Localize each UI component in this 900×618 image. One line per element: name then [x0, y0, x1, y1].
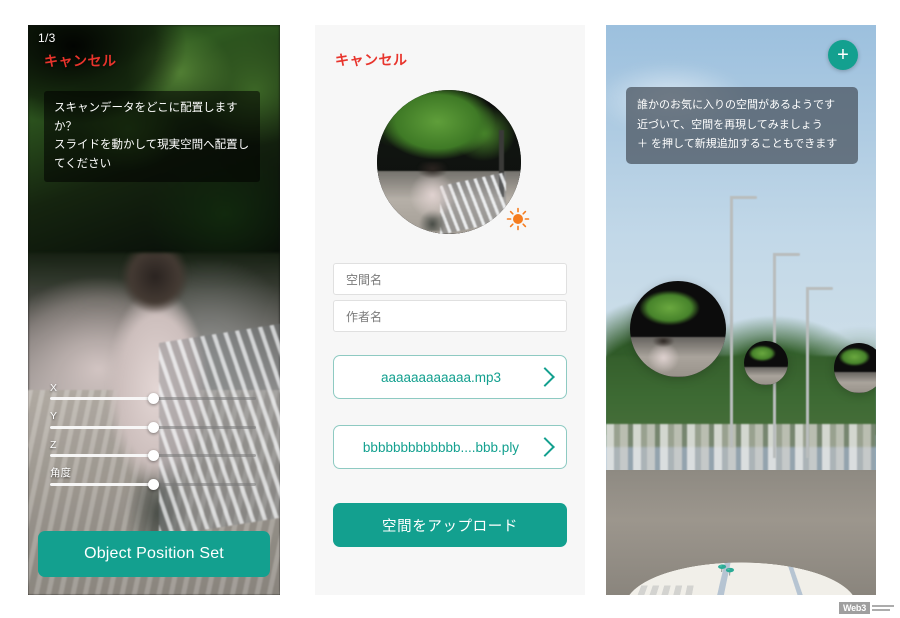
explore-banner-text: 誰かのお気に入りの空間があるようです 近づいて、空間を再現してみましょう ＋ を…	[626, 87, 858, 164]
placement-hint-text: スキャンデータをどこに配置しますか？ スライドを動かして現実空間へ配置してくださ…	[44, 91, 260, 182]
watermark-lines	[872, 605, 894, 611]
slider-z[interactable]	[50, 450, 256, 462]
map-pin-teal-2[interactable]	[724, 568, 735, 576]
slider-angle-thumb[interactable]	[147, 479, 159, 490]
panel-upload-form: キャンセル 空間名 作者名 aaaaaaaaaaaa.mp3 bbbbbbbbb…	[315, 25, 585, 595]
model-file-row[interactable]: bbbbbbbbbbbbb....bbb.ply	[333, 425, 567, 469]
web3-watermark: Web3	[838, 602, 894, 614]
chevron-right-icon	[535, 367, 555, 387]
scan-bubble[interactable]	[744, 341, 788, 385]
bubble-ground	[834, 372, 876, 393]
map-building-blocks	[632, 585, 698, 595]
slider-y-thumb[interactable]	[147, 421, 159, 433]
author-name-input[interactable]: 作者名	[333, 300, 567, 332]
slider-x-thumb[interactable]	[147, 393, 159, 405]
bubble-tree	[746, 342, 781, 363]
slider-x[interactable]	[50, 393, 256, 405]
screenshot-stage: 1/3 キャンセル スキャンデータをどこに配置しますか？ スライドを動かして現実…	[0, 0, 900, 618]
bubble-tree	[635, 284, 709, 329]
scan-bubble[interactable]	[834, 343, 876, 393]
bubble-tree	[837, 345, 875, 368]
sun-icon	[505, 206, 531, 232]
slider-row-z: Z	[50, 439, 256, 462]
transform-slider-group: X Y Z 角度	[50, 382, 256, 497]
audio-file-name: aaaaaaaaaaaa.mp3	[380, 369, 502, 385]
slider-z-fill	[50, 454, 153, 458]
street-lamp	[805, 287, 833, 459]
chevron-right-icon	[535, 437, 555, 457]
thumb-person	[408, 162, 458, 232]
step-indicator: 1/3	[38, 31, 56, 45]
model-file-name: bbbbbbbbbbbbb....bbb.ply	[362, 439, 520, 455]
slider-angle-fill	[50, 483, 153, 486]
scan-preview-thumbnail[interactable]	[377, 90, 521, 234]
slider-row-x: X	[50, 382, 256, 405]
panel-ar-explore: + 誰かのお気に入りの空間があるようです 近づいて、空間を再現してみましょう ＋…	[606, 25, 876, 595]
watermark-badge: Web3	[838, 602, 870, 614]
slider-row-angle: 角度	[50, 468, 256, 490]
slider-y[interactable]	[50, 421, 256, 433]
cancel-button-panel2[interactable]: キャンセル	[335, 50, 408, 70]
thumbnail-area	[377, 90, 530, 234]
slider-z-thumb[interactable]	[147, 450, 159, 462]
upload-space-button[interactable]: 空間をアップロード	[333, 503, 567, 547]
slider-y-fill	[50, 425, 153, 429]
panel-ar-placement: 1/3 キャンセル スキャンデータをどこに配置しますか？ スライドを動かして現実…	[28, 25, 280, 595]
bubble-person	[647, 336, 680, 377]
street-lamp	[730, 196, 758, 447]
slider-angle[interactable]	[50, 479, 256, 490]
space-name-input[interactable]: 空間名	[333, 263, 567, 295]
slider-row-y: Y	[50, 411, 256, 433]
bubble-ground	[744, 366, 788, 385]
object-position-set-button[interactable]: Object Position Set	[38, 531, 270, 577]
scan-bubble[interactable]	[630, 281, 726, 377]
add-new-space-button[interactable]: +	[828, 40, 858, 70]
cancel-button-panel1[interactable]: キャンセル	[44, 51, 117, 71]
slider-x-fill	[50, 397, 153, 401]
audio-file-row[interactable]: aaaaaaaaaaaa.mp3	[333, 355, 567, 399]
